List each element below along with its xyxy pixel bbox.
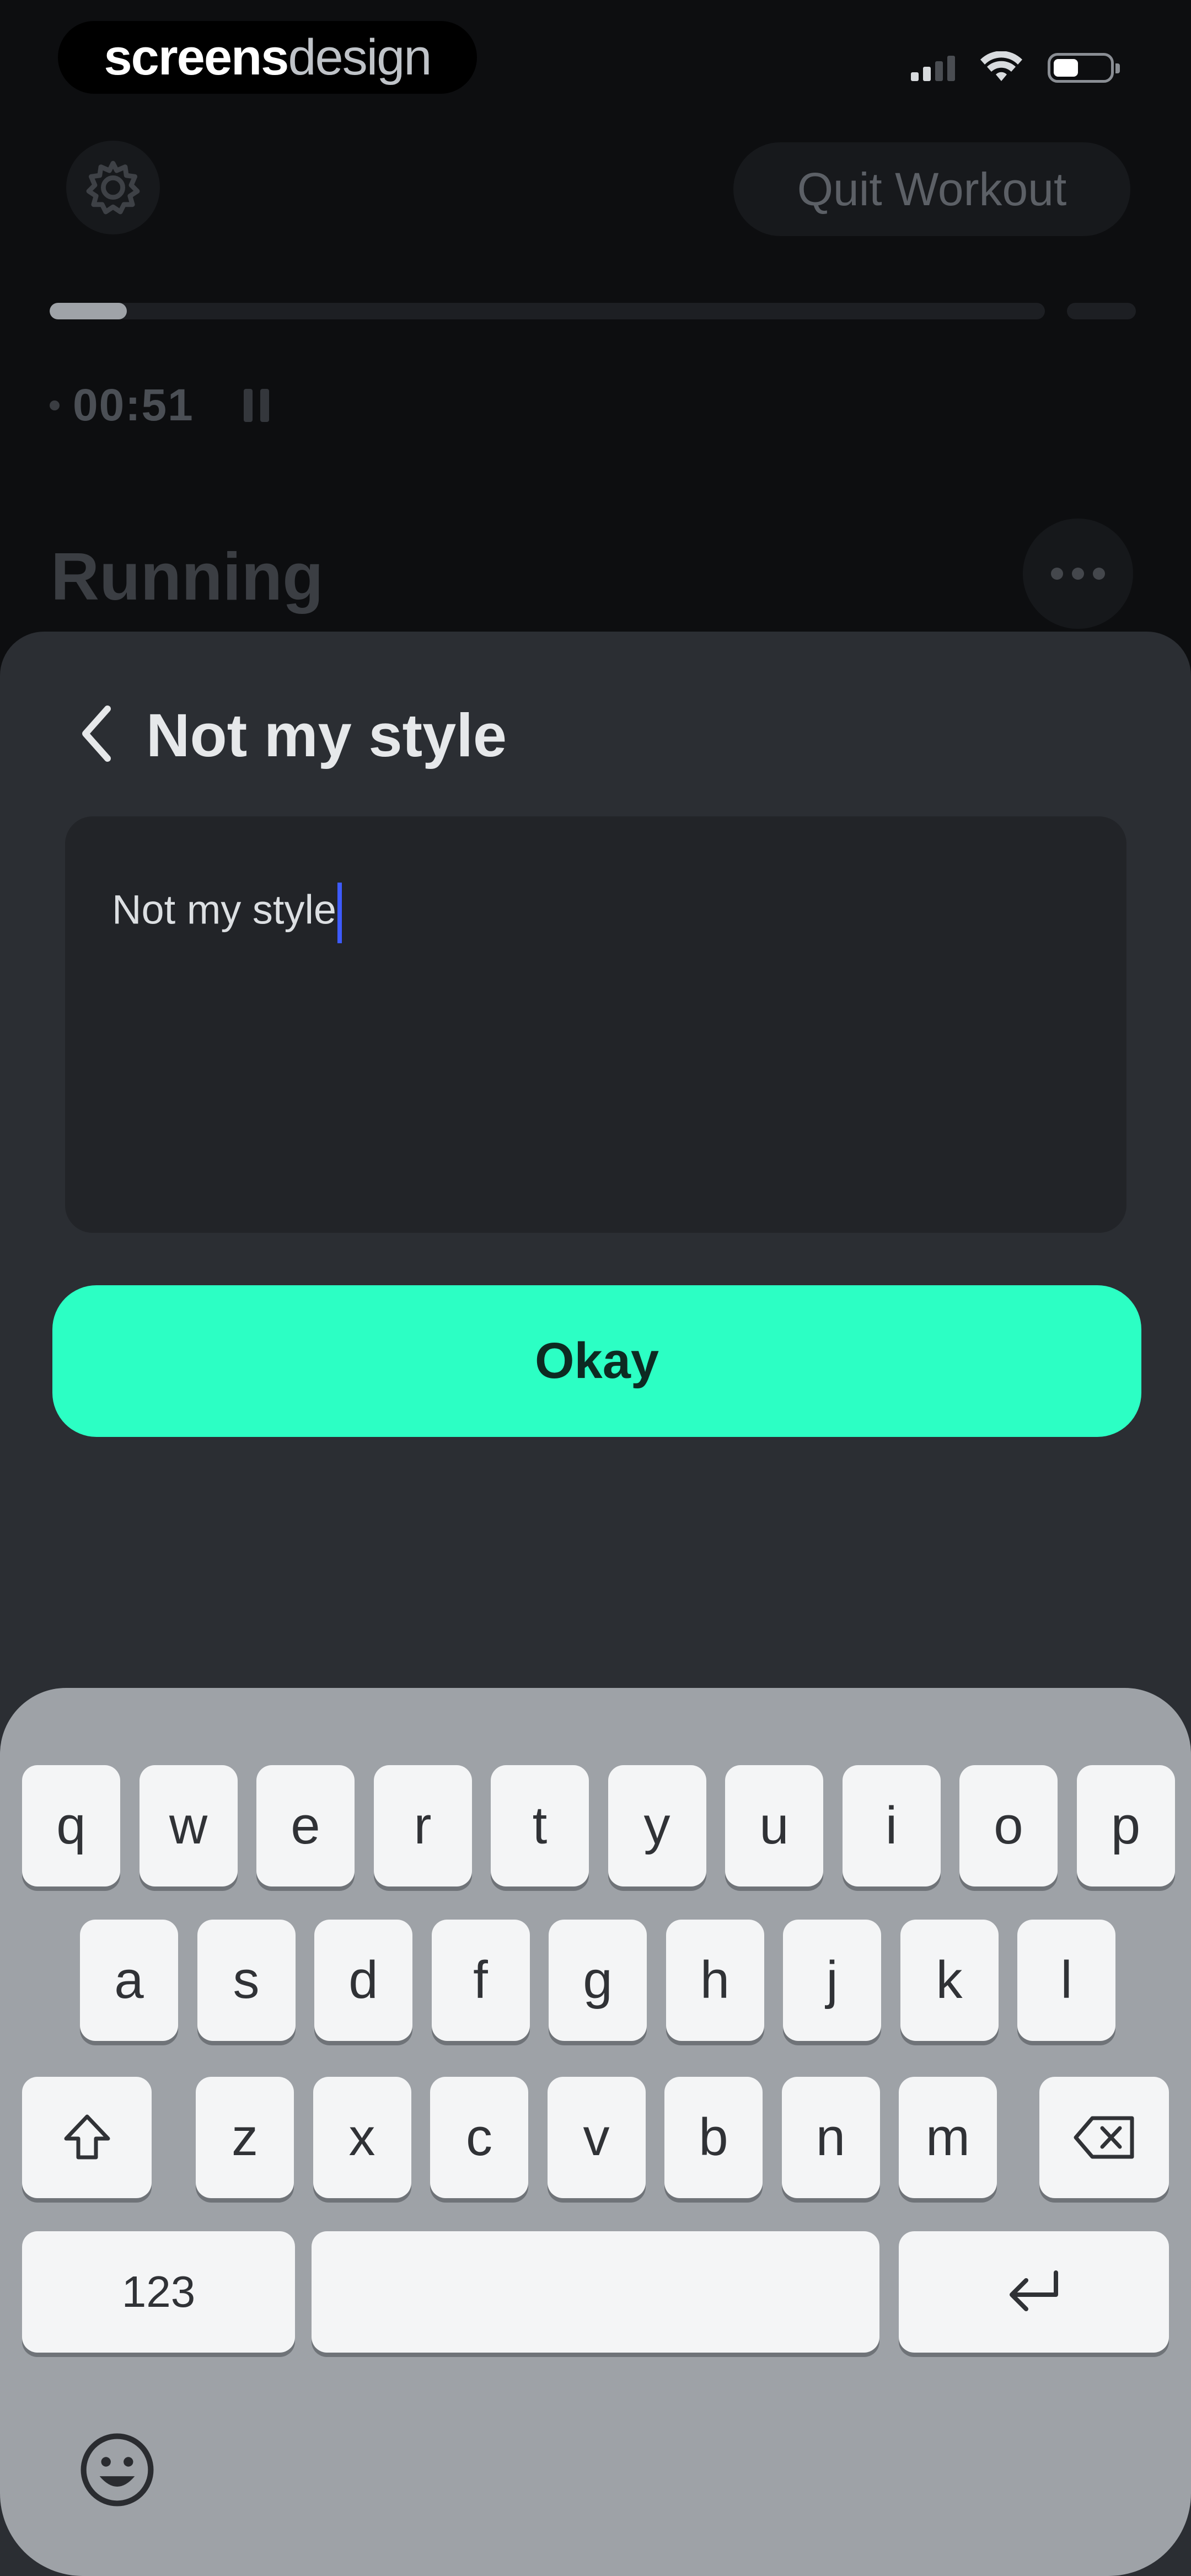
shift-icon: [64, 2114, 110, 2160]
brand-part-2: design: [288, 29, 432, 85]
more-horizontal-icon: [1051, 568, 1063, 580]
key-p[interactable]: p: [1076, 1765, 1175, 1886]
key-s[interactable]: s: [197, 1920, 296, 2041]
wifi-icon: [980, 51, 1022, 81]
cellular-signal-icon: [911, 55, 955, 81]
key-u[interactable]: u: [725, 1765, 823, 1886]
chevron-left-icon: [82, 706, 111, 762]
timer-dot: [50, 400, 60, 410]
emoji-icon: [81, 2433, 154, 2506]
elapsed-time: 00:51: [73, 380, 194, 430]
key-y[interactable]: y: [608, 1765, 706, 1886]
key-j[interactable]: j: [783, 1920, 881, 2041]
key-h[interactable]: h: [666, 1920, 764, 2041]
back-button[interactable]: [72, 695, 121, 772]
key-b[interactable]: b: [664, 2077, 763, 2198]
delete-key[interactable]: [1039, 2077, 1169, 2198]
key-i[interactable]: i: [842, 1765, 941, 1886]
screen: screens design Quit Workout 00:51 Runnin…: [0, 0, 1191, 2576]
key-k[interactable]: k: [900, 1920, 999, 2041]
workout-progress-bar: [50, 303, 1045, 319]
text-caret: [337, 883, 342, 943]
key-g[interactable]: g: [549, 1920, 647, 2041]
key-n[interactable]: n: [781, 2077, 880, 2198]
settings-button[interactable]: [66, 141, 160, 234]
battery-icon: [1048, 53, 1120, 83]
feedback-text-input[interactable]: Not my style: [65, 816, 1126, 1233]
status-bar: screens design: [0, 0, 1191, 110]
key-q[interactable]: q: [22, 1765, 120, 1886]
key-o[interactable]: o: [959, 1765, 1058, 1886]
brand-watermark: screens design: [58, 21, 477, 94]
more-options-button[interactable]: [1023, 519, 1133, 629]
timer-row: 00:51: [50, 375, 269, 436]
key-z[interactable]: z: [196, 2077, 294, 2198]
return-key[interactable]: [899, 2231, 1169, 2353]
shift-key[interactable]: [22, 2077, 152, 2198]
key-v[interactable]: v: [547, 2077, 646, 2198]
gear-icon: [86, 161, 140, 215]
next-segment-bar: [1067, 303, 1136, 319]
sheet-title: Not my style: [146, 702, 507, 769]
okay-button[interactable]: Okay: [52, 1285, 1141, 1437]
brand-part-1: screens: [104, 29, 289, 85]
status-icons: [911, 49, 1120, 87]
return-icon: [1010, 2270, 1058, 2311]
numbers-key[interactable]: 123: [22, 2231, 295, 2353]
key-f[interactable]: f: [431, 1920, 530, 2041]
quit-workout-button[interactable]: Quit Workout: [733, 142, 1130, 236]
key-a[interactable]: a: [80, 1920, 178, 2041]
key-e[interactable]: e: [256, 1765, 355, 1886]
backspace-icon: [1074, 2116, 1134, 2159]
key-l[interactable]: l: [1017, 1920, 1115, 2041]
key-m[interactable]: m: [899, 2077, 997, 2198]
key-c[interactable]: c: [430, 2077, 528, 2198]
keyboard-suggestion-bar: [375, 1699, 816, 1760]
key-t[interactable]: t: [491, 1765, 589, 1886]
space-key[interactable]: [312, 2231, 879, 2353]
workout-progress-fill: [50, 303, 127, 319]
key-d[interactable]: d: [314, 1920, 412, 2041]
workout-title: Running: [51, 539, 324, 614]
feedback-text-value: Not my style: [112, 886, 337, 933]
key-r[interactable]: r: [373, 1765, 472, 1886]
emoji-button[interactable]: [77, 2430, 157, 2510]
key-x[interactable]: x: [313, 2077, 411, 2198]
key-w[interactable]: w: [139, 1765, 238, 1886]
pause-icon[interactable]: [243, 389, 269, 422]
